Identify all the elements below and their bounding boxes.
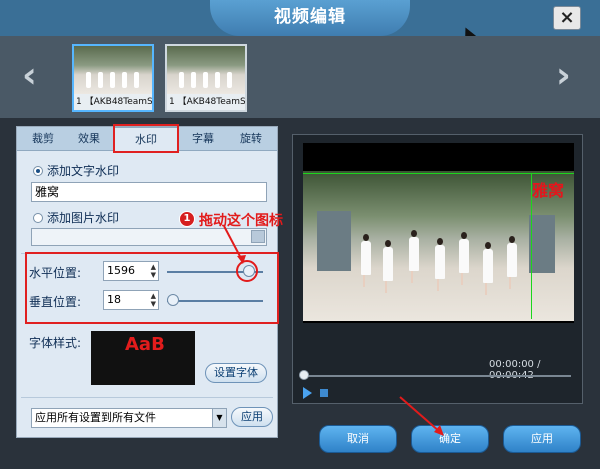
annotation-arrow-lower xyxy=(399,396,441,433)
annotation-overlay xyxy=(223,225,444,436)
arrow-head-icon xyxy=(434,425,444,436)
highlight-circle xyxy=(236,260,258,282)
annotation-text: 拖动这个图标 xyxy=(199,213,283,229)
step-badge: 1 xyxy=(179,211,195,227)
